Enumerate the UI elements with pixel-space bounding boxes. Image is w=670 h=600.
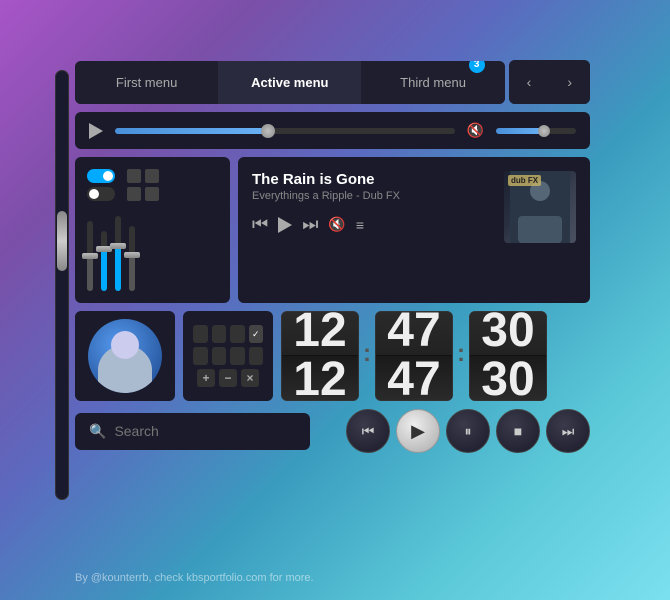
grid-cell-5[interactable] bbox=[193, 347, 208, 365]
flip-bottom-hours: 12 bbox=[282, 356, 358, 400]
menu-bar: First menu Active menu 3 Third menu ‹ › bbox=[75, 60, 590, 104]
album-art-inner: dub FX bbox=[504, 171, 576, 243]
fader-3[interactable] bbox=[115, 216, 121, 291]
flip-sep-1: : bbox=[363, 340, 371, 368]
search-input[interactable] bbox=[114, 423, 296, 439]
grid-add-button[interactable]: + bbox=[197, 369, 215, 387]
progress-bar[interactable] bbox=[115, 128, 455, 134]
avatar-panel bbox=[75, 311, 175, 401]
avatar-head bbox=[111, 331, 139, 359]
mute-button[interactable]: 🔇 bbox=[328, 216, 345, 233]
footer: By @kounterrb, check kbsportfolio.com fo… bbox=[75, 572, 314, 584]
flip-seconds: 30 30 bbox=[469, 311, 547, 401]
progress-fill bbox=[115, 128, 268, 134]
play-button[interactable] bbox=[278, 217, 292, 233]
toggle-group bbox=[87, 169, 115, 201]
grid-panel: ✓ + − × bbox=[183, 311, 273, 401]
bottom-row: ✓ + − × 12 12 bbox=[75, 311, 590, 401]
menu-button[interactable]: ≡ bbox=[356, 217, 364, 233]
sq-btn-1[interactable] bbox=[127, 169, 141, 183]
flip-minutes: 47 47 bbox=[375, 311, 453, 401]
big-controls: ⏮ ▶ ⏸ ■ ⏭ bbox=[318, 409, 590, 453]
big-rewind-button[interactable]: ⏮ bbox=[346, 409, 390, 453]
grid-cell-4[interactable]: ✓ bbox=[249, 325, 264, 343]
grid-cell-2[interactable] bbox=[212, 325, 227, 343]
album-art: dub FX bbox=[504, 171, 576, 243]
faders bbox=[87, 211, 218, 291]
flip-bottom-minutes: 47 bbox=[376, 356, 452, 400]
grid-cell-7[interactable] bbox=[230, 347, 245, 365]
vertical-scrollbar[interactable] bbox=[55, 70, 69, 500]
grid-cell-3[interactable] bbox=[230, 325, 245, 343]
player-bar: 🔇 bbox=[75, 112, 590, 149]
flip-hours: 12 12 bbox=[281, 311, 359, 401]
notification-badge: 3 bbox=[469, 61, 485, 73]
volume-icon[interactable]: 🔇 bbox=[467, 122, 484, 139]
flip-top-seconds: 30 bbox=[470, 312, 546, 356]
flip-clock: 12 12 : 47 47 : 30 3 bbox=[281, 311, 590, 401]
sq-btn-2[interactable] bbox=[145, 169, 159, 183]
flip-sep-2: : bbox=[457, 340, 465, 368]
mixer-toggles bbox=[87, 169, 218, 201]
grid-cell-6[interactable] bbox=[212, 347, 227, 365]
grid-cell-1[interactable] bbox=[193, 325, 208, 343]
prev-nav-button[interactable]: ‹ bbox=[509, 60, 550, 104]
mixer-panel bbox=[75, 157, 230, 303]
fader-4[interactable] bbox=[129, 226, 135, 291]
big-stop-button[interactable]: ■ bbox=[496, 409, 540, 453]
big-play-button[interactable]: ▶ bbox=[396, 409, 440, 453]
volume-thumb[interactable] bbox=[538, 125, 550, 137]
big-pause-button[interactable]: ⏸ bbox=[446, 409, 490, 453]
middle-row: The Rain is Gone Everythings a Ripple - … bbox=[75, 157, 590, 303]
tab-third[interactable]: 3 Third menu bbox=[361, 61, 504, 104]
sq-btn-4[interactable] bbox=[145, 187, 159, 201]
volume-fill bbox=[496, 128, 544, 134]
sq-btn-3[interactable] bbox=[127, 187, 141, 201]
menu-tabs: First menu Active menu 3 Third menu bbox=[75, 61, 505, 104]
grid-row-3: + − × bbox=[193, 369, 263, 387]
fast-forward-button[interactable]: ⏭ bbox=[302, 214, 318, 235]
album-label: dub FX bbox=[508, 175, 541, 186]
volume-bar[interactable] bbox=[496, 128, 576, 134]
rewind-button[interactable]: ⏮ bbox=[252, 214, 268, 235]
nav-buttons: ‹ › bbox=[509, 60, 590, 104]
scrollbar-thumb[interactable] bbox=[57, 211, 67, 271]
big-forward-button[interactable]: ⏭ bbox=[546, 409, 590, 453]
search-bar: 🔍 bbox=[75, 413, 310, 450]
music-player: The Rain is Gone Everythings a Ripple - … bbox=[238, 157, 590, 303]
grid-minus-button[interactable]: − bbox=[219, 369, 237, 387]
toggle-2[interactable] bbox=[87, 187, 115, 201]
last-row: 🔍 ⏮ ▶ ⏸ ■ ⏭ bbox=[75, 409, 590, 453]
fader-1[interactable] bbox=[87, 221, 93, 291]
fader-2[interactable] bbox=[101, 231, 107, 291]
mini-play-button[interactable] bbox=[89, 123, 103, 139]
grid-row-2 bbox=[193, 347, 263, 365]
progress-thumb[interactable] bbox=[261, 124, 275, 138]
tab-active[interactable]: Active menu bbox=[218, 61, 361, 104]
tab-first[interactable]: First menu bbox=[75, 61, 218, 104]
flip-bottom-seconds: 30 bbox=[470, 356, 546, 400]
grid-cell-8[interactable] bbox=[249, 347, 264, 365]
grid-close-button[interactable]: × bbox=[241, 369, 259, 387]
toggle-1[interactable] bbox=[87, 169, 115, 183]
small-buttons bbox=[127, 169, 159, 201]
grid-row-1: ✓ bbox=[193, 325, 263, 343]
search-icon: 🔍 bbox=[89, 423, 106, 440]
avatar bbox=[88, 319, 162, 393]
flip-top-minutes: 47 bbox=[376, 312, 452, 356]
next-nav-button[interactable]: › bbox=[549, 60, 590, 104]
flip-top-hours: 12 bbox=[282, 312, 358, 356]
ui-container: First menu Active menu 3 Third menu ‹ › … bbox=[75, 60, 590, 453]
